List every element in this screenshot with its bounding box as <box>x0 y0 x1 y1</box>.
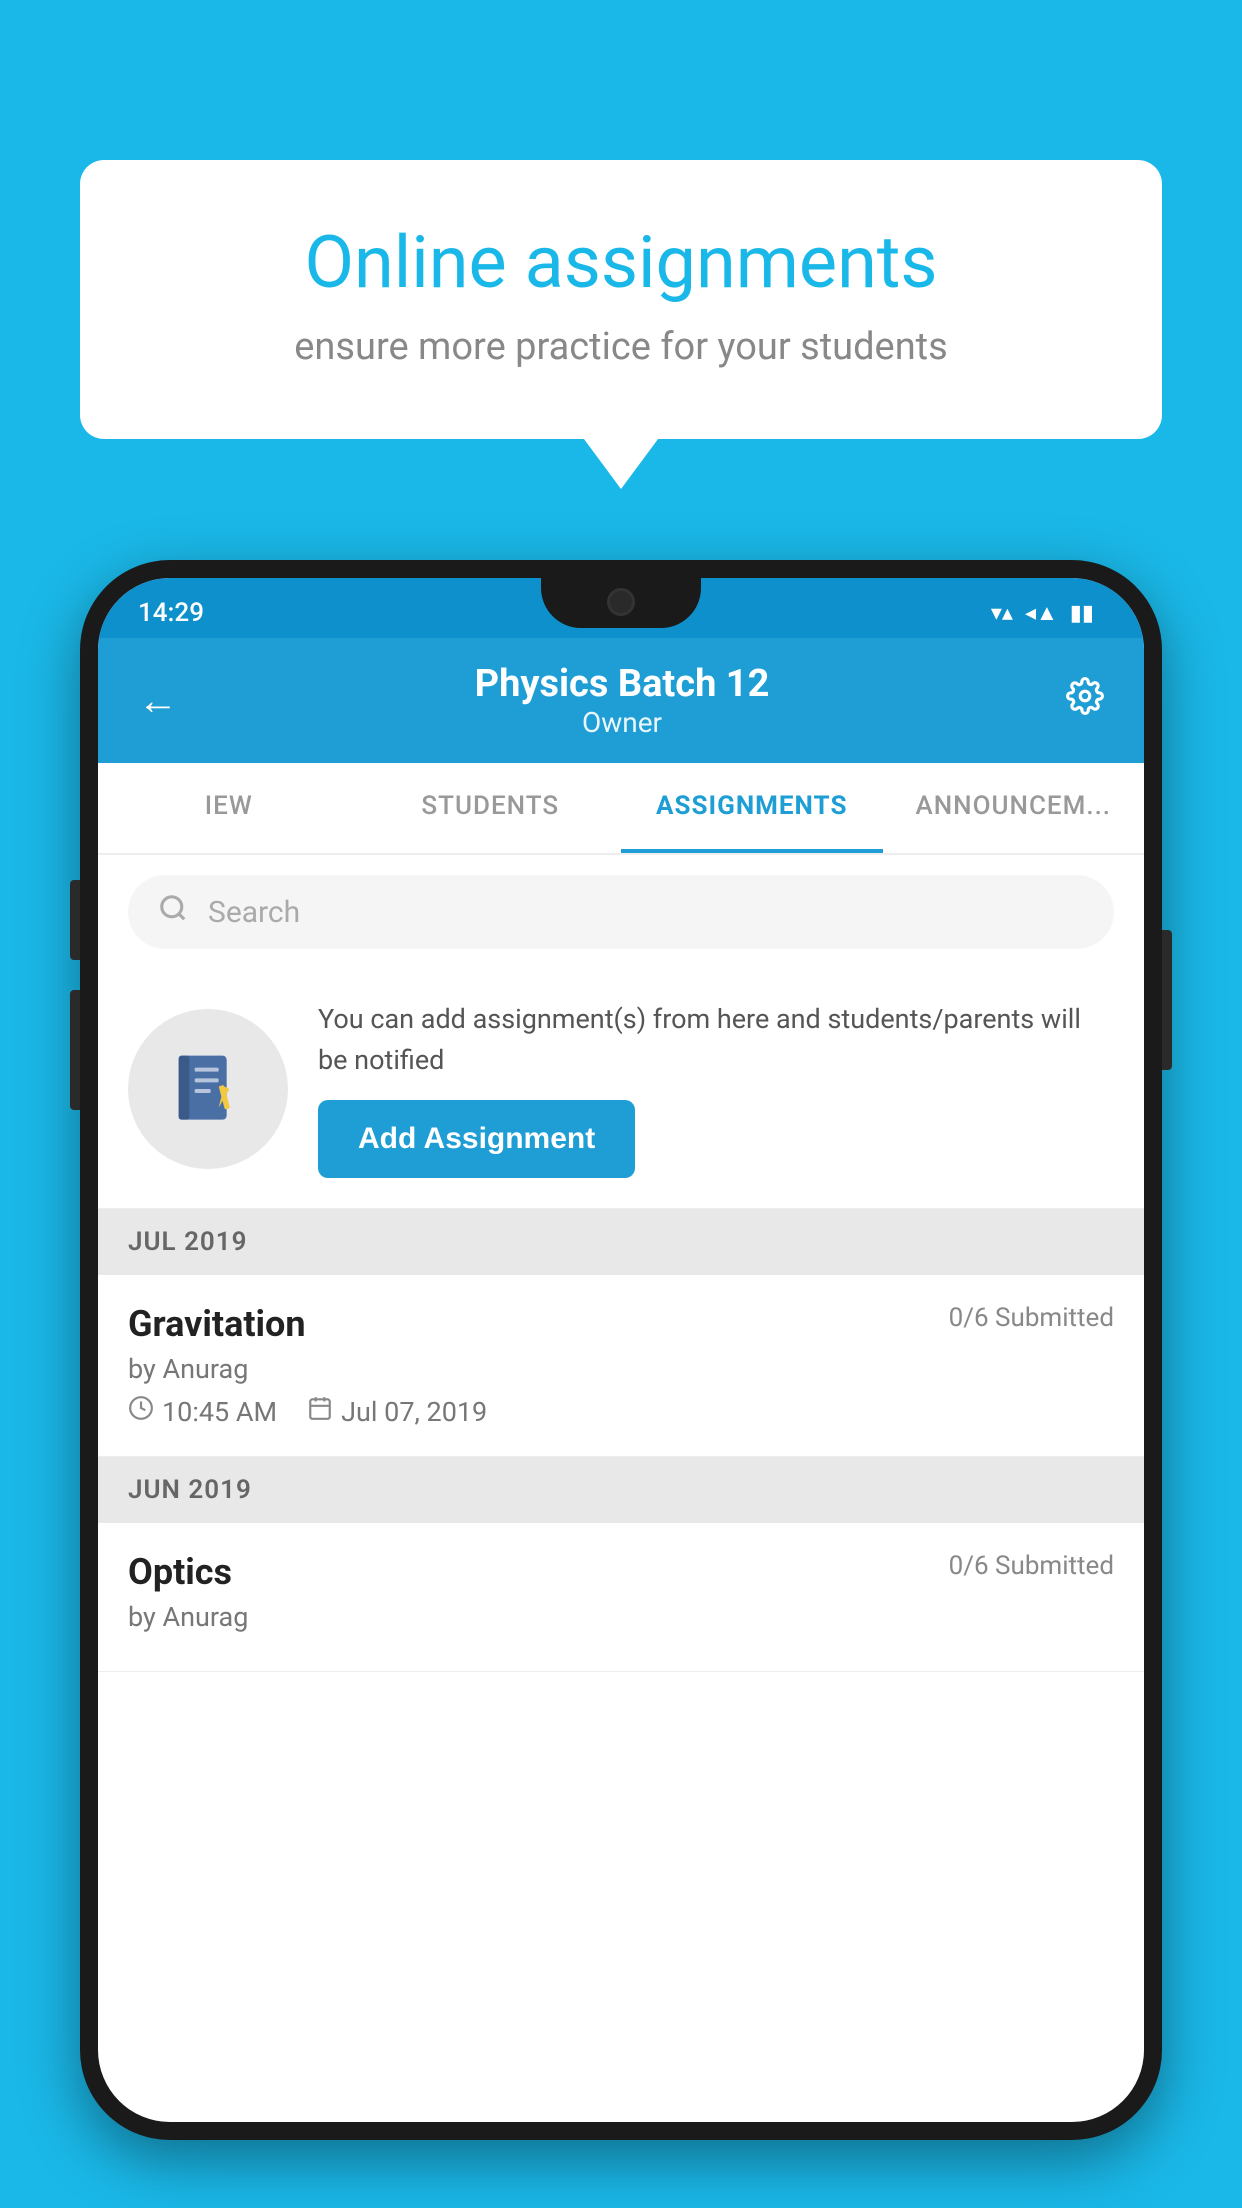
notebook-icon <box>168 1049 248 1129</box>
battery-icon: ▮▮ <box>1070 601 1094 626</box>
assignment-date: Jul 07, 2019 <box>307 1395 487 1428</box>
promo-content: You can add assignment(s) from here and … <box>318 999 1114 1178</box>
promo-description: You can add assignment(s) from here and … <box>318 999 1114 1080</box>
search-bar[interactable]: Search <box>128 875 1114 949</box>
speech-bubble-subtitle: ensure more practice for your students <box>160 325 1082 369</box>
camera-icon <box>607 588 635 616</box>
phone-notch <box>541 578 701 628</box>
speech-bubble-container: Online assignments ensure more practice … <box>80 160 1162 439</box>
side-button-1 <box>70 880 80 960</box>
signal-icon: ◂▲ <box>1025 600 1058 626</box>
section-header-jun: JUN 2019 <box>98 1457 1144 1523</box>
assignment-name: Gravitation <box>128 1303 306 1345</box>
clock-icon <box>128 1395 154 1428</box>
tab-iew[interactable]: IEW <box>98 763 360 853</box>
search-icon <box>158 893 188 931</box>
assignment-item-optics[interactable]: Optics 0/6 Submitted by Anurag <box>98 1523 1144 1672</box>
tabs-container: IEW STUDENTS ASSIGNMENTS ANNOUNCEM... <box>98 763 1144 855</box>
tab-announcements[interactable]: ANNOUNCEM... <box>883 763 1145 853</box>
phone-outer: 14:29 ▾▴ ◂▲ ▮▮ ← Physics Batch 12 Owner <box>80 560 1162 2140</box>
assignment-row-top-optics: Optics 0/6 Submitted <box>128 1551 1114 1593</box>
wifi-icon: ▾▴ <box>991 601 1013 626</box>
assignment-submitted-optics: 0/6 Submitted <box>949 1551 1114 1581</box>
settings-button[interactable] <box>1066 677 1104 725</box>
promo-icon-circle <box>128 1009 288 1169</box>
search-input-placeholder: Search <box>208 895 300 930</box>
assignment-time: 10:45 AM <box>128 1395 277 1428</box>
app-header: ← Physics Batch 12 Owner <box>98 638 1144 763</box>
search-container: Search <box>98 855 1144 969</box>
assignment-submitted: 0/6 Submitted <box>949 1303 1114 1333</box>
promo-section: You can add assignment(s) from here and … <box>98 969 1144 1209</box>
section-header-jul: JUL 2019 <box>98 1209 1144 1275</box>
header-subtitle: Owner <box>475 706 770 739</box>
assignment-name-optics: Optics <box>128 1551 232 1593</box>
assignment-meta: 10:45 AM Jul 07, 2019 <box>128 1395 1114 1428</box>
assignment-by-optics: by Anurag <box>128 1601 1114 1633</box>
phone-screen: 14:29 ▾▴ ◂▲ ▮▮ ← Physics Batch 12 Owner <box>98 578 1144 2122</box>
status-time: 14:29 <box>138 598 204 628</box>
speech-bubble-title: Online assignments <box>160 220 1082 305</box>
add-assignment-button[interactable]: Add Assignment <box>318 1100 635 1178</box>
header-title: Physics Batch 12 <box>475 662 770 706</box>
side-button-2 <box>70 990 80 1110</box>
back-button[interactable]: ← <box>138 677 178 724</box>
phone-mockup: 14:29 ▾▴ ◂▲ ▮▮ ← Physics Batch 12 Owner <box>80 560 1162 2140</box>
tab-students[interactable]: STUDENTS <box>360 763 622 853</box>
assignment-item-gravitation[interactable]: Gravitation 0/6 Submitted by Anurag 10:4… <box>98 1275 1144 1457</box>
side-button-right <box>1162 930 1172 1070</box>
header-center: Physics Batch 12 Owner <box>475 662 770 739</box>
calendar-icon <box>307 1395 333 1428</box>
status-icons: ▾▴ ◂▲ ▮▮ <box>991 600 1094 626</box>
speech-bubble: Online assignments ensure more practice … <box>80 160 1162 439</box>
assignment-by: by Anurag <box>128 1353 1114 1385</box>
tab-assignments[interactable]: ASSIGNMENTS <box>621 763 883 853</box>
assignment-row-top: Gravitation 0/6 Submitted <box>128 1303 1114 1345</box>
